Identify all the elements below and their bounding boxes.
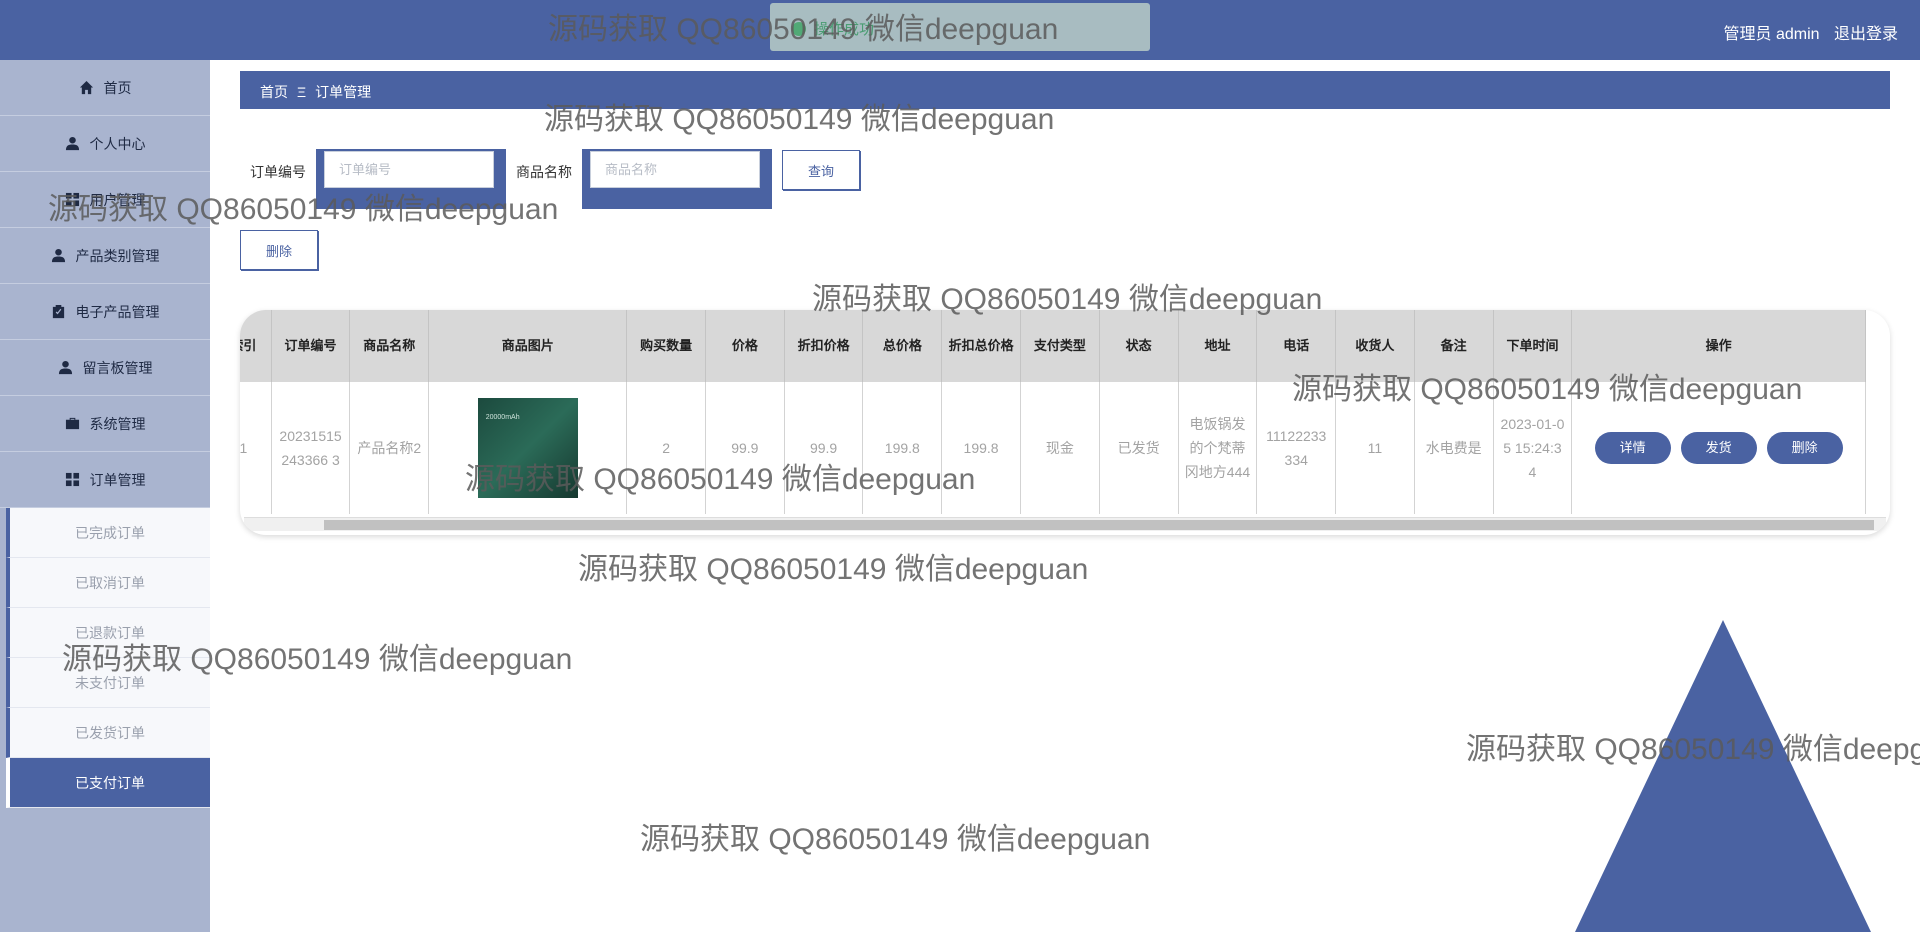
query-button[interactable]: 查询	[782, 150, 860, 190]
cell-phone: 11122233334	[1256, 382, 1337, 514]
sidebar-subitem-refunded[interactable]: 已退款订单	[6, 608, 210, 658]
person-icon	[58, 360, 73, 375]
sidebar-item-label: 留言板管理	[82, 359, 153, 376]
cell-address: 电饭锅发的个梵蒂冈地方444	[1178, 382, 1258, 514]
table-row: 1 20231515243366 3 产品名称2 20000mAh 2 99.9…	[240, 382, 1866, 514]
product-thumbnail[interactable]: 20000mAh	[477, 398, 578, 498]
cell-discount-total: 199.8	[941, 382, 1021, 514]
sidebar-subitem-unpaid[interactable]: 未支付订单	[6, 658, 210, 708]
product-name-label: 商品名称	[516, 164, 572, 180]
cell-quantity: 2	[626, 382, 706, 514]
col-phone: 电话	[1256, 310, 1337, 382]
logout-link[interactable]: 退出登录	[1834, 26, 1898, 43]
sidebar-subitem-completed[interactable]: 已完成订单	[6, 508, 210, 558]
cell-discount-price: 99.9	[784, 382, 864, 514]
thumbnail-caption: 20000mAh	[485, 414, 520, 421]
ship-button[interactable]: 发货	[1680, 432, 1757, 464]
sidebar-item-label: 首页	[103, 79, 132, 96]
cell-order-no: 20231515243366 3	[271, 382, 351, 514]
sidebar-item-profile[interactable]: 个人中心	[0, 116, 210, 172]
home-icon	[79, 80, 94, 95]
col-receiver: 收货人	[1335, 310, 1415, 382]
col-product-name: 商品名称	[349, 310, 430, 382]
briefcase-icon	[65, 416, 80, 431]
order-no-input[interactable]	[324, 151, 494, 188]
sidebar-item-label: 用户管理	[89, 191, 146, 208]
watermark: 源码获取 QQ86050149 微信deepguan	[640, 823, 1151, 856]
sidebar-item-category[interactable]: 产品类别管理	[0, 228, 210, 284]
col-quantity: 购买数量	[626, 310, 706, 382]
cell-total: 199.8	[862, 382, 943, 514]
order-no-input-wrap	[316, 149, 506, 209]
cell-pay-type: 现金	[1020, 382, 1100, 514]
col-address: 地址	[1178, 310, 1258, 382]
cell-index: 1	[240, 382, 272, 514]
decorative-triangle	[1575, 620, 1871, 932]
breadcrumb: 首页 Ξ 订单管理	[240, 71, 1890, 109]
sidebar-item-label: 产品类别管理	[75, 247, 160, 264]
col-order-time: 下单时间	[1493, 310, 1573, 382]
person-icon	[65, 136, 80, 151]
col-product-image: 商品图片	[428, 310, 628, 382]
sidebar-item-label: 电子产品管理	[75, 303, 160, 320]
sidebar-item-messages[interactable]: 留言板管理	[0, 340, 210, 396]
sidebar-item-orders[interactable]: 订单管理	[0, 452, 210, 508]
product-name-input-wrap	[582, 149, 772, 209]
success-icon	[792, 22, 806, 36]
col-total: 总价格	[862, 310, 943, 382]
cell-price: 99.9	[705, 382, 785, 514]
sidebar-subitem-paid[interactable]: 已支付订单	[6, 758, 210, 808]
col-actions: 操作	[1571, 310, 1866, 382]
row-delete-button[interactable]: 删除	[1766, 432, 1843, 464]
person-icon	[51, 248, 66, 263]
cell-receiver: 11	[1335, 382, 1415, 514]
cell-product-image: 20000mAh	[428, 382, 628, 514]
sidebar-item-label: 个人中心	[89, 135, 146, 152]
watermark: 源码获取 QQ86050149 微信deepguan	[578, 553, 1089, 586]
table-header-row: 索引 订单编号 商品名称 商品图片 购买数量 价格 折扣价格 总价格 折扣总价格…	[240, 310, 1866, 382]
col-discount-price: 折扣价格	[784, 310, 864, 382]
col-price: 价格	[705, 310, 785, 382]
cell-product-name: 产品名称2	[349, 382, 430, 514]
breadcrumb-home[interactable]: 首页	[260, 84, 288, 100]
clipboard-icon	[51, 304, 66, 319]
success-toast: 操作成功	[770, 3, 1150, 51]
col-index: 索引	[240, 310, 272, 382]
sidebar-item-products[interactable]: 电子产品管理	[0, 284, 210, 340]
user-area: 管理员 admin 退出登录	[1714, 20, 1899, 44]
scrollbar-thumb[interactable]	[324, 520, 1874, 530]
detail-button[interactable]: 详情	[1594, 432, 1671, 464]
orders-table-container: 索引 订单编号 商品名称 商品图片 购买数量 价格 折扣价格 总价格 折扣总价格…	[240, 310, 1890, 535]
grid-icon	[65, 472, 80, 487]
sidebar-item-users[interactable]: 用户管理	[0, 172, 210, 228]
user-label: 管理员 admin	[1723, 26, 1820, 43]
col-order-no: 订单编号	[271, 310, 351, 382]
col-status: 状态	[1099, 310, 1179, 382]
sidebar-item-system[interactable]: 系统管理	[0, 396, 210, 452]
cell-status: 已发货	[1099, 382, 1179, 514]
product-name-input[interactable]	[590, 151, 760, 188]
col-pay-type: 支付类型	[1020, 310, 1100, 382]
grid-icon	[65, 192, 80, 207]
cell-remark: 水电费是	[1414, 382, 1494, 514]
order-no-label: 订单编号	[250, 164, 306, 180]
toast-text: 操作成功	[814, 21, 875, 38]
sidebar-item-label: 订单管理	[89, 471, 146, 488]
breadcrumb-separator: Ξ	[297, 84, 307, 100]
sidebar-subitem-cancelled[interactable]: 已取消订单	[6, 558, 210, 608]
sidebar-item-label: 系统管理	[89, 415, 146, 432]
sidebar-subitem-shipped[interactable]: 已发货订单	[6, 708, 210, 758]
col-remark: 备注	[1414, 310, 1494, 382]
cell-order-time: 2023-01-05 15:24:34	[1493, 382, 1573, 514]
batch-delete-button[interactable]: 删除	[240, 230, 318, 270]
orders-table: 索引 订单编号 商品名称 商品图片 购买数量 价格 折扣价格 总价格 折扣总价格…	[240, 310, 1866, 514]
sidebar-item-home[interactable]: 首页	[0, 60, 210, 116]
col-discount-total: 折扣总价格	[941, 310, 1021, 382]
cell-actions: 详情 发货 删除	[1571, 382, 1866, 514]
breadcrumb-current: 订单管理	[315, 84, 372, 100]
horizontal-scrollbar[interactable]	[244, 517, 1886, 531]
sidebar: 首页 个人中心 用户管理 产品类别管理 电子产品管理 留言板管理 系统管理 订单…	[0, 60, 210, 932]
